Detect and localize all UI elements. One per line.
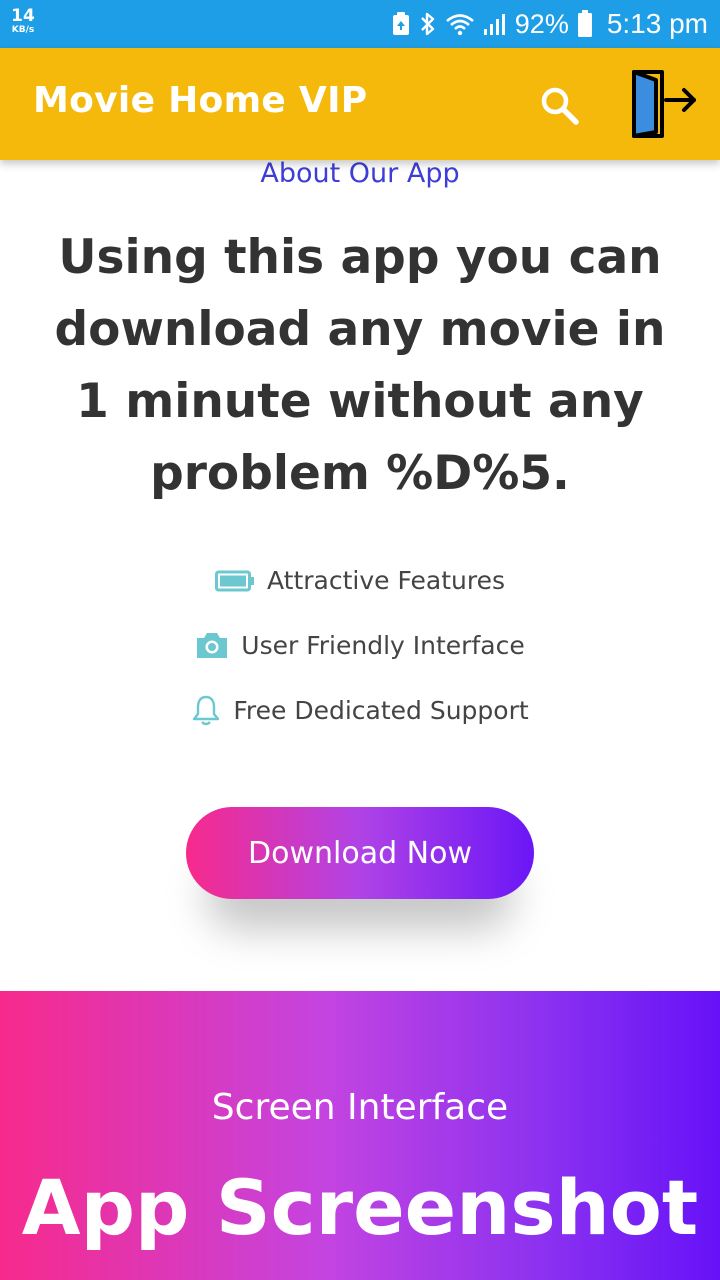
battery-icon [215,570,254,591]
exit-door-icon [632,70,696,138]
battery-icon [577,10,592,37]
search-button[interactable] [538,84,582,128]
banner-title: App Screenshot [21,1163,699,1252]
about-headline: Using this app you can download any movi… [54,230,666,501]
signal-icon [483,14,505,35]
app-title: Movie Home VIP [33,80,368,121]
feature-item-attractive: Attractive Features [0,566,720,595]
battery-saver-icon [392,12,409,35]
bell-icon [193,695,220,726]
feature-label: User Friendly Interface [241,630,525,660]
network-speed-value: 14 [11,6,35,26]
screenshot-banner: Screen Interface App Screenshot [0,991,720,1280]
search-icon [541,87,579,125]
feature-item-interface: User Friendly Interface [0,630,720,660]
battery-percent: 92% [514,8,569,39]
bluetooth-icon [420,12,434,36]
app-bar: Movie Home VIP [0,48,720,160]
banner-subtitle: Screen Interface [211,1087,509,1128]
feature-label: Free Dedicated Support [233,695,529,725]
download-now-button[interactable]: Download Now [186,807,534,899]
about-heading: About Our App [260,158,460,189]
status-icons: 92% 5:13 pm [391,0,708,48]
exit-button[interactable] [628,68,700,140]
network-speed: 14 KB/s [8,8,38,35]
feature-item-support: Free Dedicated Support [0,694,720,726]
status-bar: 14 KB/s 92% 5:13 pm [0,0,720,48]
wifi-icon [445,14,474,36]
camera-icon [197,633,228,658]
feature-label: Attractive Features [267,566,505,595]
network-speed-unit: KB/s [11,25,35,35]
clock: 5:13 pm [606,8,708,39]
